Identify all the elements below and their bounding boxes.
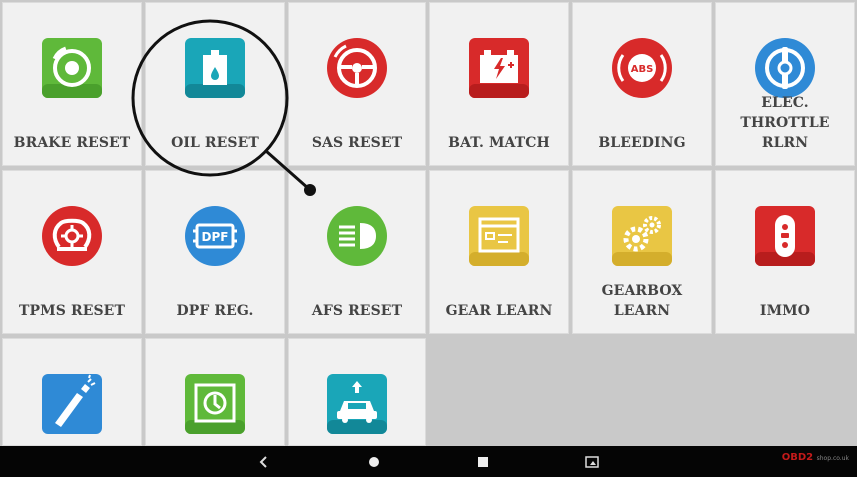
brake-disc-icon [41, 37, 103, 99]
throttle-icon [754, 37, 816, 99]
tile-car-lift[interactable] [288, 338, 426, 446]
recents-button[interactable] [463, 446, 503, 477]
tile-suspension[interactable] [145, 338, 285, 446]
tile-brake-reset[interactable]: BRAKE RESET [2, 2, 142, 166]
recents-icon [478, 456, 488, 467]
tile-afs-reset[interactable]: AFS RESET [288, 170, 426, 334]
tile-injector[interactable] [2, 338, 142, 446]
tile-label: IMMO [759, 303, 811, 319]
tile-dpf-reg[interactable]: DPF DPF REG. [145, 170, 285, 334]
steering-wheel-icon [326, 37, 388, 99]
tile-label: SAS RESET [311, 135, 403, 151]
headlight-icon [326, 205, 388, 267]
back-icon [259, 455, 267, 468]
watermark-site: shop.co.uk [816, 455, 849, 462]
tile-label: ELEC. THROTTLE RLRN [740, 95, 830, 151]
svg-text:ABS: ABS [631, 64, 654, 75]
tile-bat-match[interactable]: BAT. MATCH [429, 2, 569, 166]
back-button[interactable] [244, 446, 284, 477]
tile-sas-reset[interactable]: SAS RESET [288, 2, 426, 166]
tile-immo[interactable]: IMMO [715, 170, 855, 334]
tile-label: DPF REG. [176, 303, 254, 319]
tile-label: BLEEDING [598, 135, 686, 151]
tile-gear-learn[interactable]: GEAR LEARN [429, 170, 569, 334]
dpf-icon: DPF [184, 205, 246, 267]
gearbox-gears-icon [611, 205, 673, 267]
tile-label: TPMS RESET [19, 303, 125, 319]
svg-text:DPF: DPF [202, 230, 229, 244]
screenshot-icon [585, 455, 599, 468]
tile-elec-throttle-rlrn[interactable]: ELEC. THROTTLE RLRN [715, 2, 855, 166]
tire-pressure-icon [41, 205, 103, 267]
suspension-icon [184, 373, 246, 435]
car-lift-icon [326, 373, 388, 435]
tile-label: GEAR LEARN [445, 303, 553, 319]
car-key-icon [754, 205, 816, 267]
tile-bleeding[interactable]: ABS BLEEDING [572, 2, 712, 166]
watermark: OBD2 shop.co.uk [782, 452, 849, 463]
function-grid: BRAKE RESET OIL RESET SAS RESET BAT. MAT… [0, 0, 857, 446]
abs-icon: ABS [611, 37, 673, 99]
tile-label: GEARBOX LEARN [601, 283, 683, 319]
home-icon [369, 456, 379, 467]
gear-window-icon [468, 205, 530, 267]
watermark-brand: OBD2 [781, 452, 814, 463]
home-button[interactable] [354, 446, 394, 477]
tile-label: BRAKE RESET [13, 135, 131, 151]
tile-gearbox-learn[interactable]: GEARBOX LEARN [572, 170, 712, 334]
tile-label: BAT. MATCH [448, 135, 550, 151]
tile-label: AFS RESET [311, 303, 403, 319]
tile-tpms-reset[interactable]: TPMS RESET [2, 170, 142, 334]
screenshot-button[interactable] [572, 446, 612, 477]
tile-oil-reset[interactable]: OIL RESET [145, 2, 285, 166]
injector-icon [41, 373, 103, 435]
navigation-bar [0, 446, 857, 477]
battery-icon [468, 37, 530, 99]
tile-label: OIL RESET [171, 135, 259, 151]
oil-can-icon [184, 37, 246, 99]
